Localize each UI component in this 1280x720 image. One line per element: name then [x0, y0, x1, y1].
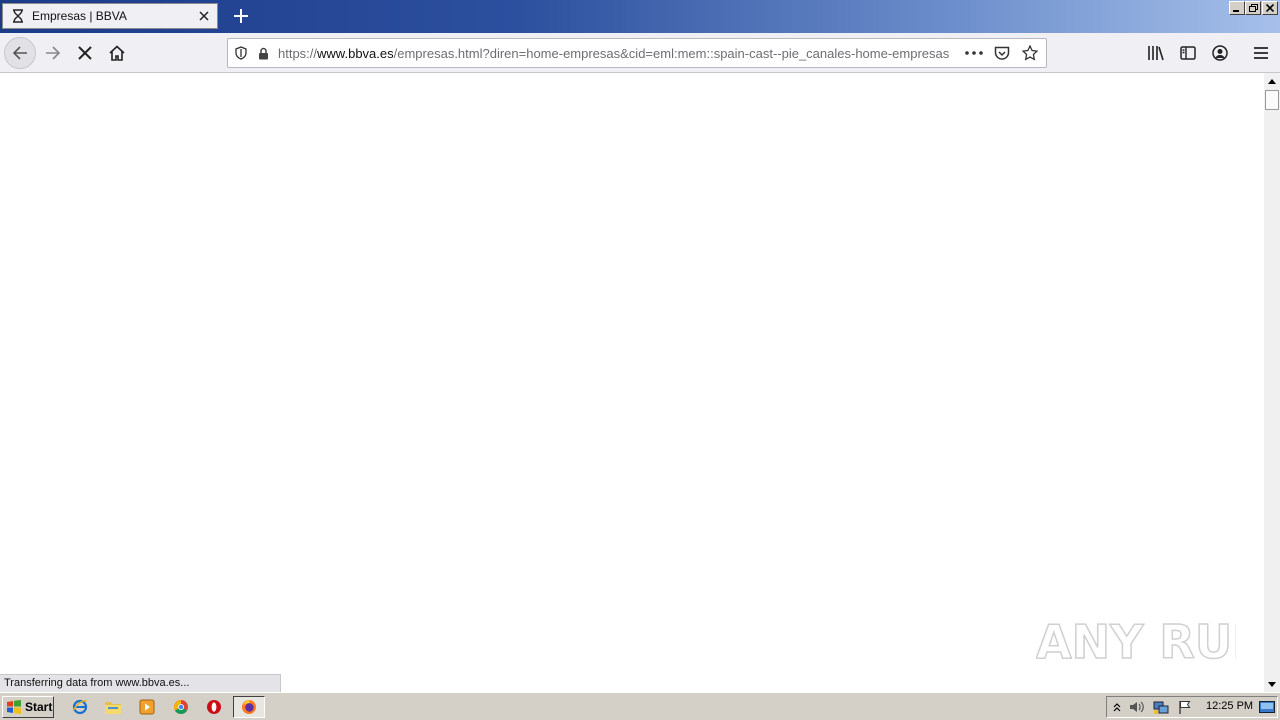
arrow-left-icon: [12, 46, 27, 60]
internet-explorer-icon[interactable]: [71, 698, 89, 716]
page-actions-icon[interactable]: [960, 41, 988, 65]
status-text: Transferring data from www.bbva.es...: [0, 674, 281, 692]
scroll-down-button[interactable]: [1264, 676, 1280, 692]
firefox-taskbar-button[interactable]: [233, 696, 265, 718]
hamburger-menu-icon[interactable]: [1249, 41, 1273, 65]
start-label: Start: [25, 700, 53, 714]
stop-loading-button[interactable]: [69, 37, 101, 69]
volume-icon[interactable]: [1129, 699, 1145, 715]
sidebar-icon[interactable]: [1176, 41, 1200, 65]
plus-icon: [234, 9, 248, 23]
forward-button[interactable]: [37, 37, 69, 69]
hourglass-icon: [10, 8, 26, 24]
padlock-icon[interactable]: [252, 42, 274, 64]
triangle-down-icon: [1268, 681, 1276, 687]
back-button[interactable]: [4, 37, 36, 69]
new-tab-button[interactable]: [230, 5, 252, 27]
tab-close-icon[interactable]: [195, 7, 213, 25]
triangle-up-icon: [1268, 78, 1276, 84]
show-desktop-icon[interactable]: [1259, 699, 1275, 715]
media-player-icon[interactable]: [138, 698, 156, 716]
scroll-up-button[interactable]: [1264, 73, 1280, 89]
pocket-icon[interactable]: [988, 41, 1016, 65]
url-text[interactable]: https://www.bbva.es/empresas.html?diren=…: [278, 46, 954, 61]
firefox-icon: [242, 700, 256, 714]
home-button[interactable]: [101, 37, 133, 69]
url-scheme: https://: [278, 45, 318, 61]
system-tray: 12:25 PM: [1106, 696, 1278, 718]
tracking-shield-icon[interactable]: [230, 42, 252, 64]
show-hidden-icons-icon[interactable]: [1109, 699, 1125, 715]
taskbar: Start 12:25 PM: [0, 692, 1280, 720]
arrow-right-icon: [46, 46, 61, 60]
minimize-button[interactable]: [1229, 1, 1245, 15]
address-bar[interactable]: https://www.bbva.es/empresas.html?diren=…: [227, 38, 1047, 68]
start-button[interactable]: Start: [2, 696, 54, 718]
vertical-scrollbar[interactable]: [1264, 73, 1280, 692]
chrome-icon[interactable]: [172, 698, 190, 716]
watermark-text: ANY RUN: [1036, 615, 1236, 669]
stop-x-icon: [78, 46, 92, 60]
close-icon: [1266, 4, 1274, 12]
close-window-button[interactable]: [1262, 1, 1278, 15]
scrollbar-thumb[interactable]: [1265, 90, 1279, 110]
navigation-toolbar: https://www.bbva.es/empresas.html?diren=…: [0, 33, 1280, 73]
network-icon[interactable]: [1153, 699, 1169, 715]
url-path: /empresas.html?diren=home-empresas&cid=e…: [393, 45, 950, 61]
home-icon: [109, 45, 125, 61]
action-center-flag-icon[interactable]: [1177, 699, 1193, 715]
account-icon[interactable]: [1208, 41, 1232, 65]
opera-icon[interactable]: [205, 698, 223, 716]
restore-icon: [1248, 4, 1258, 12]
explorer-folder-icon[interactable]: [104, 698, 122, 716]
tab-title: Empresas | BBVA: [32, 9, 127, 23]
page-viewport[interactable]: [0, 73, 1264, 692]
title-bar: Empresas | BBVA: [0, 0, 1280, 33]
minimize-icon: [1233, 10, 1239, 12]
bookmark-star-icon[interactable]: [1016, 41, 1044, 65]
anyrun-watermark: ANY RUN: [1036, 614, 1236, 670]
library-icon[interactable]: [1144, 41, 1168, 65]
clock: 12:25 PM: [1206, 700, 1254, 712]
windows-logo-icon: [7, 700, 21, 714]
browser-tab[interactable]: Empresas | BBVA: [2, 3, 218, 29]
url-host: www.bbva.es: [317, 45, 394, 61]
restore-button[interactable]: [1245, 1, 1261, 15]
